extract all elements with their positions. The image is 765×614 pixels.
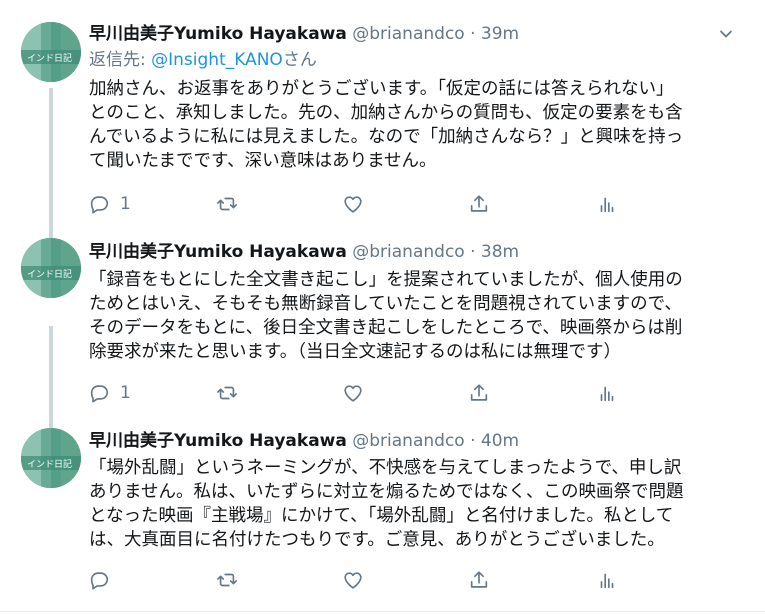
retweet-button[interactable]: [216, 192, 238, 216]
reply-suffix: さん: [282, 50, 317, 70]
reply-button[interactable]: [88, 568, 120, 592]
reply-count: 1: [120, 383, 131, 403]
reply-icon: [90, 572, 109, 590]
heart-icon: [344, 572, 362, 589]
tweet-header: 早川由美子Yumiko Hayakawa @brianandco · 39m: [89, 22, 519, 46]
user-handle[interactable]: @brianandco: [352, 242, 464, 262]
tweet-header: 早川由美子Yumiko Hayakawa @brianandco · 38m: [89, 240, 519, 264]
reply-mention-link[interactable]: @Insight_KANO: [151, 50, 283, 70]
share-icon: [470, 195, 488, 212]
retweet-icon: [217, 386, 237, 400]
tweet-text: 「録音をもとにした全文書き起こし」を提案されていましたが、個人使用の ためとはい…: [89, 268, 739, 364]
avatar-text: インド日記: [27, 52, 72, 64]
retweet-icon: [217, 573, 237, 587]
like-button[interactable]: [342, 192, 364, 216]
display-name[interactable]: 早川由美子Yumiko Hayakawa: [89, 24, 347, 44]
heart-icon: [344, 196, 362, 213]
display-name[interactable]: 早川由美子Yumiko Hayakawa: [89, 431, 347, 451]
tweet-actions: [88, 568, 648, 592]
tweet-text-line: 加納さん、お返事をありがとうございます。「仮定の話には答えられない」: [89, 79, 674, 99]
avatar[interactable]: インド日記: [21, 238, 81, 298]
separator-dot: ·: [470, 431, 476, 451]
tweet-text-line: 除要求が来たと思います。（当日全文速記するのは私には無理です）: [89, 342, 621, 362]
tweet-text-line: ありません。私は、いたずらに対立を煽るためではなく、この映画祭で問題: [89, 482, 684, 502]
retweet-icon: [217, 197, 237, 211]
share-icon: [470, 384, 488, 401]
tweet-text-line: 「場外乱闘」というネーミングが、不快感を与えてしまったようで、申し訳: [89, 458, 682, 478]
share-button[interactable]: [468, 381, 490, 405]
tweet-actions: 1: [88, 192, 648, 216]
tweet-text-line: ためとはいえ、そもそも無断録音していたことを問題視されていますので、: [89, 294, 682, 314]
avatar[interactable]: インド日記: [21, 22, 81, 82]
timestamp[interactable]: 40m: [481, 431, 519, 451]
tweet-text-line: て聞いたまでです、深い意味はありません。: [89, 151, 437, 171]
reply-context: 返信先: @Insight_KANOさん: [89, 48, 317, 72]
reply-icon: [90, 385, 109, 403]
retweet-button[interactable]: [216, 381, 238, 405]
tweet[interactable]: インド日記 早川由美子Yumiko Hayakawa @brianandco ·…: [0, 22, 765, 222]
reply-button[interactable]: 1: [88, 192, 131, 216]
share-icon: [470, 571, 488, 588]
tweet[interactable]: インド日記 早川由美子Yumiko Hayakawa @brianandco ·…: [0, 238, 765, 423]
share-button[interactable]: [468, 568, 490, 592]
timestamp[interactable]: 39m: [481, 24, 519, 44]
tweet[interactable]: インド日記 早川由美子Yumiko Hayakawa @brianandco ·…: [0, 428, 765, 608]
tweet-text-line: は、大真面目に名付けたつもりです。ご意見、ありがとうございました。: [89, 530, 665, 550]
reply-label: 返信先:: [89, 50, 146, 70]
avatar-text: インド日記: [27, 268, 72, 280]
analytics-icon: [600, 573, 614, 589]
bottom-divider: [0, 611, 765, 612]
avatar[interactable]: インド日記: [21, 428, 81, 488]
retweet-button[interactable]: [216, 568, 238, 592]
timestamp[interactable]: 38m: [481, 242, 519, 262]
user-handle[interactable]: @brianandco: [352, 431, 464, 451]
tweet-text-line: そのデータをもとに、後日全文書き起こしをしたところで、映画祭からは削: [89, 318, 683, 338]
separator-dot: ·: [470, 24, 476, 44]
avatar-text: インド日記: [27, 458, 72, 470]
tweet-text-line: となった映画『主戦場』にかけて、「場外乱闘」と名付けました。私として: [89, 506, 674, 526]
analytics-button[interactable]: [596, 568, 618, 592]
reply-button[interactable]: 1: [88, 381, 131, 405]
chevron-down-icon[interactable]: [718, 26, 734, 42]
display-name[interactable]: 早川由美子Yumiko Hayakawa: [89, 242, 347, 262]
analytics-button[interactable]: [596, 381, 618, 405]
tweet-text-line: んでいるように私には見えました。なので「加納さんなら？」と興味を持っ: [89, 127, 684, 147]
analytics-icon: [600, 386, 614, 402]
tweet-actions: 1: [88, 381, 648, 405]
share-button[interactable]: [468, 192, 490, 216]
heart-icon: [344, 385, 362, 402]
reply-count: 1: [120, 194, 131, 214]
user-handle[interactable]: @brianandco: [352, 24, 464, 44]
tweet-header: 早川由美子Yumiko Hayakawa @brianandco · 40m: [89, 429, 519, 453]
like-button[interactable]: [342, 381, 364, 405]
like-button[interactable]: [342, 568, 364, 592]
analytics-icon: [600, 197, 614, 213]
analytics-button[interactable]: [596, 192, 618, 216]
tweet-text: 「場外乱闘」というネーミングが、不快感を与えてしまったようで、申し訳 ありません…: [89, 456, 739, 552]
separator-dot: ·: [470, 242, 476, 262]
tweet-text-line: 「録音をもとにした全文書き起こし」を提案されていましたが、個人使用の: [89, 270, 683, 290]
tweet-text: 加納さん、お返事をありがとうございます。「仮定の話には答えられない」 とのこと、…: [89, 77, 739, 173]
reply-icon: [90, 196, 109, 214]
tweet-text-line: とのこと、承知しました。先の、加納さんからの質問も、仮定の要素をも含: [89, 103, 683, 123]
